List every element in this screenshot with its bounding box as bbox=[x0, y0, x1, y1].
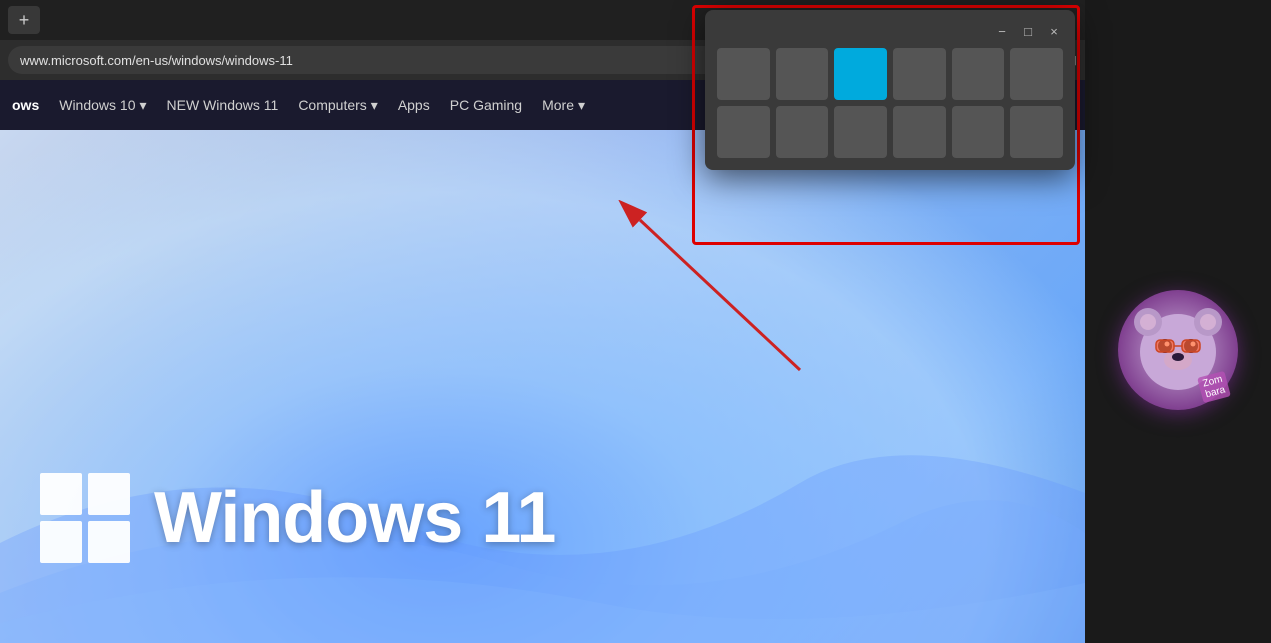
snap-cell-0-1[interactable] bbox=[776, 48, 829, 100]
chevron-down-icon: ▾ bbox=[140, 97, 147, 114]
snap-layout-grid bbox=[717, 48, 1063, 158]
win-logo-square-tr bbox=[88, 473, 130, 515]
nav-item-windows10[interactable]: Windows 10 ▾ bbox=[59, 97, 146, 114]
windows-logo-grid bbox=[40, 473, 130, 563]
nav-item-more[interactable]: More ▾ bbox=[542, 97, 585, 114]
zombara-logo: Zombara bbox=[1118, 290, 1238, 410]
win-logo-square-bl bbox=[40, 521, 82, 563]
snap-cell-0-4[interactable] bbox=[952, 48, 1005, 100]
snap-cell-0-3[interactable] bbox=[893, 48, 946, 100]
snap-cell-1-5[interactable] bbox=[1010, 106, 1063, 158]
chevron-down-icon: ▾ bbox=[371, 97, 378, 114]
right-panel: Zombara bbox=[1085, 0, 1271, 643]
snap-cell-1-2[interactable] bbox=[834, 106, 887, 158]
windows-logo-section: Windows 11 bbox=[40, 473, 555, 563]
snap-layout-popup: − □ × bbox=[705, 10, 1075, 170]
snap-minimize-button[interactable]: − bbox=[993, 22, 1011, 40]
chevron-down-icon: ▾ bbox=[578, 97, 585, 114]
windows-11-title: Windows 11 bbox=[154, 477, 555, 559]
snap-cell-1-0[interactable] bbox=[717, 106, 770, 158]
snap-cell-1-1[interactable] bbox=[776, 106, 829, 158]
snap-maximize-button[interactable]: □ bbox=[1019, 22, 1037, 40]
new-tab-button[interactable]: + bbox=[8, 6, 40, 34]
nav-item-apps[interactable]: Apps bbox=[398, 97, 430, 113]
snap-cell-1-3[interactable] bbox=[893, 106, 946, 158]
snap-close-button[interactable]: × bbox=[1045, 22, 1063, 40]
zombara-area: Zombara bbox=[1085, 250, 1271, 450]
snap-cell-0-5[interactable] bbox=[1010, 48, 1063, 100]
nav-item-pc-gaming[interactable]: PC Gaming bbox=[450, 97, 522, 113]
nav-item-computers[interactable]: Computers ▾ bbox=[298, 97, 378, 114]
snap-cell-0-2[interactable] bbox=[834, 48, 887, 100]
win-logo-square-tl bbox=[40, 473, 82, 515]
nav-brand: ows bbox=[12, 97, 39, 113]
win-logo-square-br bbox=[88, 521, 130, 563]
nav-item-new-windows11[interactable]: NEW Windows 11 bbox=[167, 97, 279, 113]
snap-cell-0-0[interactable] bbox=[717, 48, 770, 100]
snap-cell-1-4[interactable] bbox=[952, 106, 1005, 158]
wave-decoration bbox=[0, 243, 1085, 643]
hero-section: Windows 11 bbox=[0, 130, 1085, 643]
snap-window-controls: − □ × bbox=[717, 22, 1063, 40]
